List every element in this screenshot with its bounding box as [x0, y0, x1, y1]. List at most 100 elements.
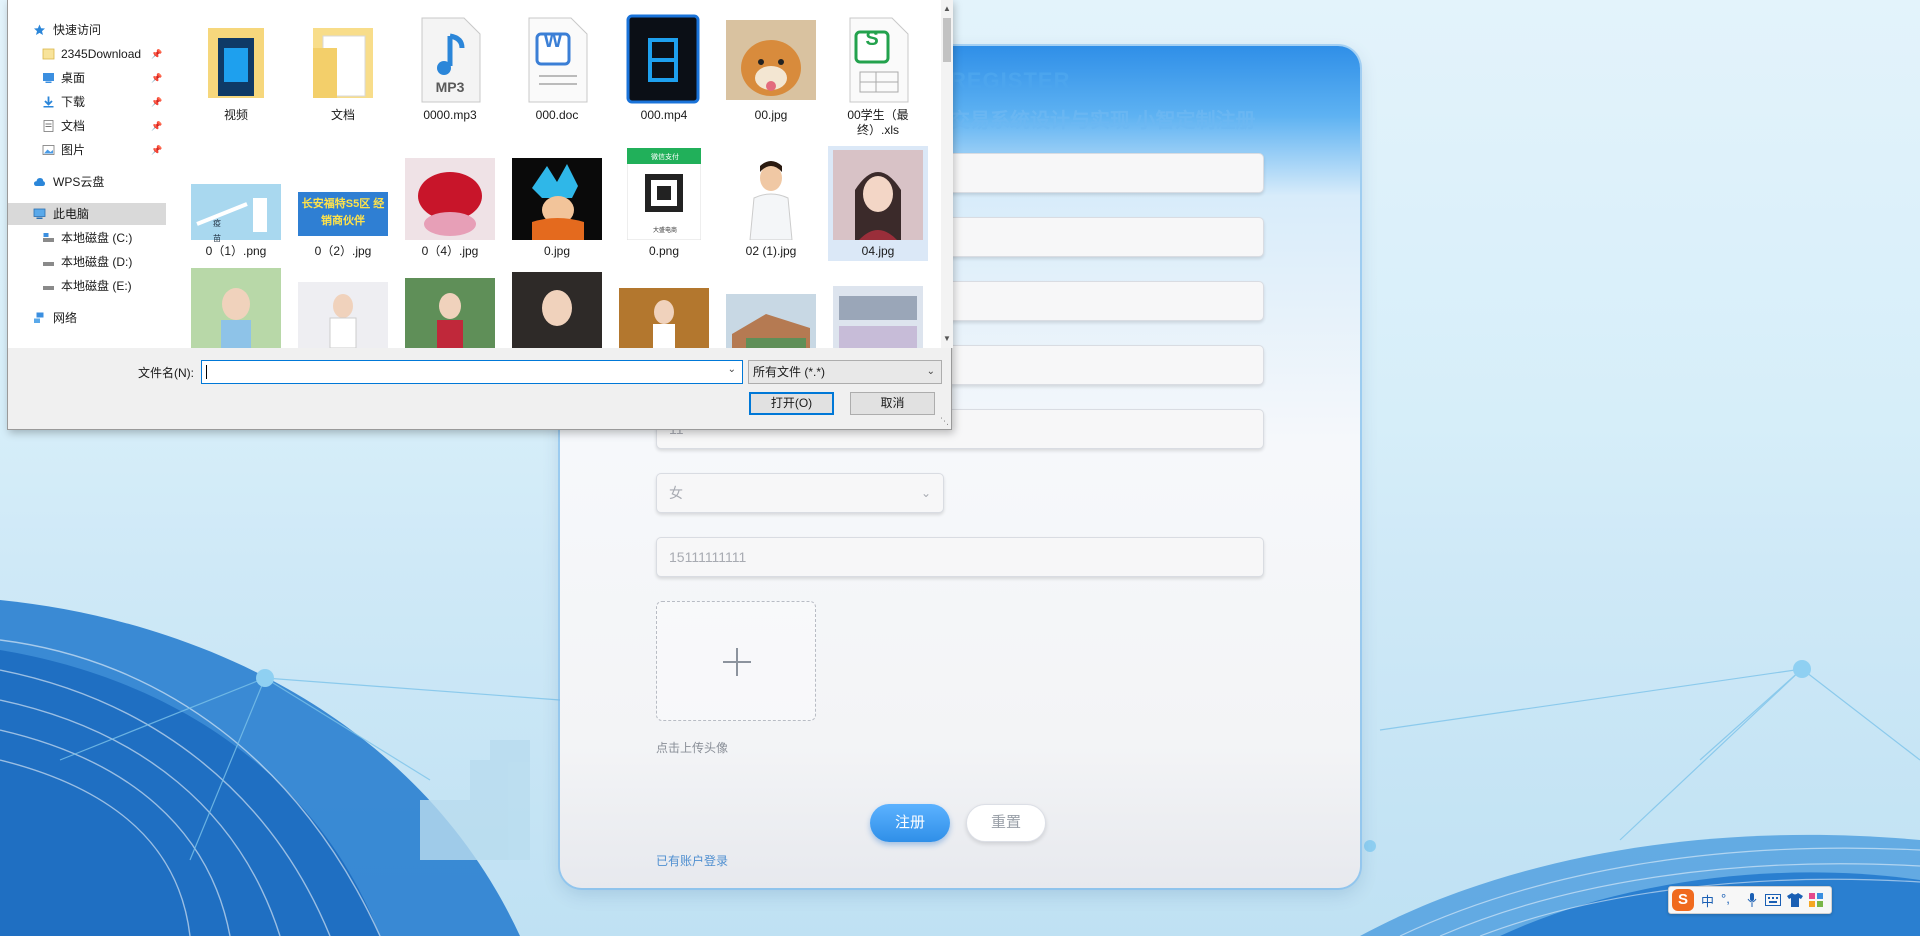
text-caret [206, 365, 207, 379]
resize-grip-icon[interactable]: ⋱ [940, 416, 949, 427]
file-item[interactable]: 长安福特S5区 经销商伙伴 0（2）.jpg [293, 146, 393, 261]
photo-thumbnail [512, 272, 602, 348]
nav-label: 图片 [61, 143, 86, 157]
file-label: 视频 [223, 108, 248, 122]
file-item[interactable]: 视频 [186, 10, 286, 122]
doctor-photo-thumbnail [726, 152, 816, 240]
video-folder-icon [208, 28, 264, 98]
file-item[interactable]: 0（4）.jpg [400, 146, 500, 261]
file-item[interactable] [828, 266, 928, 348]
pin-icon: 📌 [151, 97, 163, 107]
mp3-badge: MP3 [435, 79, 465, 95]
ime-punctuation[interactable]: °, [1721, 891, 1730, 906]
file-item[interactable] [721, 266, 821, 348]
mic-icon[interactable] [1747, 893, 1757, 907]
nav-drive-e[interactable]: 本地磁盘 (E:) [8, 275, 166, 297]
file-item[interactable]: 000.mp4 [614, 10, 714, 122]
open-button[interactable]: 打开(O) [749, 392, 834, 415]
file-label: 0（4）.jpg [421, 244, 479, 258]
anime-photo-thumbnail [512, 158, 602, 240]
nav-wps-cloud[interactable]: WPS云盘 [8, 171, 166, 193]
nav-this-pc[interactable]: 此电脑 [8, 203, 166, 225]
nav-documents[interactable]: 文档 📌 [8, 115, 166, 137]
filename-label: 文件名(N): [138, 366, 194, 380]
nav-network[interactable]: 网络 [8, 307, 166, 329]
file-label: 0000.mp3 [423, 108, 477, 122]
shirt-icon[interactable] [1787, 893, 1803, 907]
login-link[interactable]: 已有账户登录 [656, 852, 728, 869]
filetype-select[interactable]: 所有文件 (*.*) ⌄ [748, 360, 942, 384]
nav-drive-c[interactable]: 本地磁盘 (C:) [8, 227, 166, 249]
plus-icon [723, 648, 751, 676]
file-label: 0.png [648, 244, 680, 258]
avatar-upload[interactable] [656, 601, 816, 721]
nav-label: 本地磁盘 (D:) [61, 255, 133, 269]
thumb-text: 微信支付 [651, 154, 679, 161]
file-item[interactable] [614, 266, 714, 348]
cancel-button[interactable]: 取消 [850, 392, 935, 415]
file-item[interactable]: 微信支付 大盛电商 0.png [614, 146, 714, 261]
file-item[interactable]: S 00学生（最终）.xls [828, 10, 928, 137]
register-title: REGISTER [950, 68, 1071, 93]
video-file-icon [626, 14, 700, 104]
file-item[interactable] [400, 266, 500, 348]
sogou-logo-icon[interactable]: S [1672, 889, 1694, 911]
nav-label: 此电脑 [53, 207, 90, 221]
thumb-text: 长安福特S5区 经销商伙伴 [301, 198, 385, 227]
keyboard-icon[interactable] [1765, 894, 1781, 906]
file-label: 0（1）.png [205, 244, 267, 258]
file-item[interactable]: 疫苗 0（1）.png [186, 146, 286, 261]
nav-downloads[interactable]: 下载 📌 [8, 91, 166, 113]
file-item[interactable]: 文档 [293, 10, 393, 122]
file-item[interactable]: 02 (1).jpg [721, 146, 821, 261]
photo-thumbnail [191, 268, 281, 348]
filename-input[interactable]: ⌄ [201, 360, 743, 384]
file-item[interactable] [293, 266, 393, 348]
scroll-down-icon[interactable]: ▼ [941, 332, 953, 346]
nav-drive-d[interactable]: 本地磁盘 (D:) [8, 251, 166, 273]
gender-select[interactable]: 女 ⌄ [656, 473, 944, 513]
file-label: 04.jpg [861, 244, 895, 258]
register-button[interactable]: 注册 [870, 804, 950, 842]
nav-pictures[interactable]: 图片 📌 [8, 139, 166, 161]
file-item[interactable] [186, 266, 286, 348]
file-item[interactable]: W 000.doc [507, 10, 607, 122]
scroll-up-icon[interactable]: ▲ [941, 2, 953, 16]
file-label: 文档 [330, 108, 355, 122]
nav-label: 本地磁盘 (C:) [61, 231, 133, 245]
nav-label: 网络 [53, 311, 78, 325]
grid-icon[interactable] [1809, 893, 1823, 907]
cloud-icon [34, 178, 45, 186]
file-label: 000.mp4 [640, 108, 688, 122]
file-item[interactable]: MP3 0000.mp3 [400, 10, 500, 122]
file-label: 000.doc [535, 108, 579, 122]
drive-icon [43, 286, 54, 290]
nav-desktop[interactable]: 桌面 📌 [8, 67, 166, 89]
drive-icon [43, 262, 54, 266]
girl-photo-thumbnail [833, 150, 923, 240]
file-item[interactable]: 04.jpg [828, 146, 928, 261]
file-list: 视频 文档 MP3 0000.mp3 W 000.doc 000.mp4 00.… [166, 0, 941, 348]
nav-2345download[interactable]: 2345Download 📌 [8, 43, 166, 65]
reset-button[interactable]: 重置 [966, 804, 1046, 842]
file-label: 00学生（最终）.xls [847, 108, 909, 137]
file-list-scrollbar[interactable]: ▲ ▼ [941, 0, 953, 348]
gender-select-value: 女 [669, 485, 683, 501]
picture-icon [42, 145, 55, 155]
desktop-icon [43, 73, 54, 83]
thumb-caption: 大盛电商 [652, 228, 677, 234]
nav-label: 本地磁盘 (E:) [61, 279, 132, 293]
ime-chinese-mode[interactable]: 中 [1701, 891, 1714, 910]
drive-icon [43, 233, 54, 242]
spreadsheet-badge: S [865, 28, 879, 50]
phone-field[interactable]: 15111111111 [656, 537, 1264, 577]
dog-photo-thumbnail [726, 20, 816, 100]
file-item[interactable] [507, 266, 607, 348]
nav-quick-access[interactable]: 快速访问 [8, 19, 166, 41]
photo-thumbnail [833, 286, 923, 348]
file-item[interactable]: 0.jpg [507, 146, 607, 261]
chevron-down-icon[interactable]: ⌄ [728, 364, 736, 375]
file-item[interactable]: 00.jpg [721, 10, 821, 122]
thumb-text: 疫苗 [213, 219, 221, 243]
scroll-thumb[interactable] [943, 18, 951, 62]
